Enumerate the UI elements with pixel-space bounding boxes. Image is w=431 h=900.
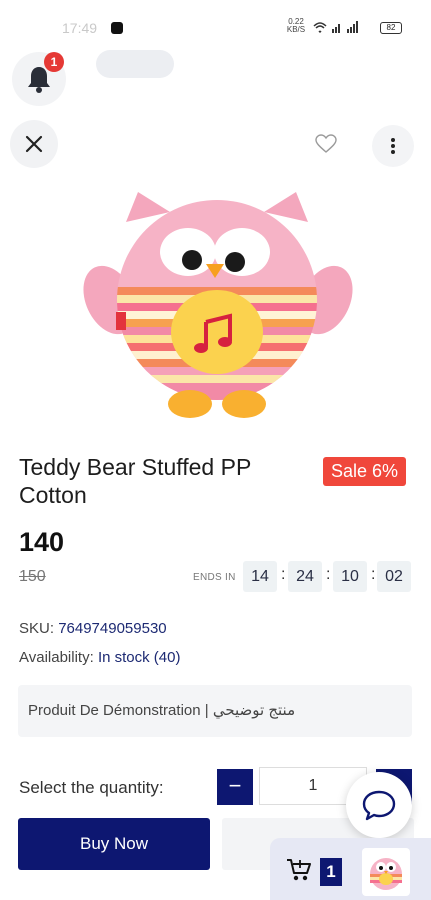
owl-plush-thumbnail-icon bbox=[370, 858, 402, 890]
product-old-price: 150 bbox=[19, 568, 46, 585]
sku-label: SKU: bbox=[19, 620, 55, 637]
cart-count-badge: 1 bbox=[320, 858, 342, 886]
product-price: 140 bbox=[19, 527, 65, 557]
timer-seconds: 02 bbox=[377, 561, 411, 592]
timer-separator: : bbox=[281, 566, 286, 583]
app-notification-icon bbox=[111, 22, 123, 34]
timer-separator: : bbox=[371, 566, 376, 583]
buy-now-button[interactable]: Buy Now bbox=[18, 818, 210, 870]
close-icon bbox=[25, 135, 43, 153]
more-vertical-icon bbox=[391, 138, 395, 154]
product-title: Teddy Bear Stuffed PP Cotton bbox=[19, 454, 251, 508]
status-time: 17:49 bbox=[62, 20, 98, 36]
chat-bubble-icon bbox=[362, 790, 396, 821]
battery-icon: 82 bbox=[380, 22, 402, 34]
network-speed: 0.22 KB/S bbox=[286, 17, 306, 34]
sku-row: SKU: 7649749059530 bbox=[19, 620, 167, 637]
stock-count: (40) bbox=[153, 649, 181, 666]
sale-badge: Sale 6% bbox=[323, 457, 407, 486]
timer-days: 14 bbox=[243, 561, 277, 592]
quantity-decrease-button[interactable]: − bbox=[217, 769, 253, 805]
sku-value: 7649749059530 bbox=[58, 620, 167, 637]
sale-ends-label: ENDS IN bbox=[193, 572, 236, 583]
timer-minutes: 10 bbox=[333, 561, 367, 592]
wishlist-button[interactable] bbox=[306, 124, 346, 164]
description-text: Produit De Démonstration | منتج توضيحي bbox=[28, 702, 296, 719]
notification-badge: 1 bbox=[44, 52, 64, 72]
quantity-label: Select the quantity: bbox=[19, 778, 164, 797]
timer-separator: : bbox=[326, 566, 331, 583]
timer-hours: 24 bbox=[288, 561, 322, 592]
close-button[interactable] bbox=[10, 120, 58, 168]
product-image[interactable] bbox=[78, 182, 356, 427]
signal-icons bbox=[312, 20, 372, 39]
cart-icon[interactable] bbox=[286, 858, 312, 887]
availability-label: Availability: bbox=[19, 649, 94, 666]
chat-button[interactable] bbox=[346, 772, 412, 838]
cart-item-thumbnail[interactable] bbox=[362, 848, 410, 896]
availability-value: In stock bbox=[97, 649, 150, 666]
more-options-button[interactable] bbox=[372, 125, 414, 167]
status-bar: 17:49 0.22 KB/S 82 bbox=[0, 0, 431, 56]
owl-plush-image bbox=[83, 192, 353, 418]
blurred-header-element bbox=[96, 50, 174, 78]
heart-icon bbox=[315, 134, 337, 153]
availability-row: Availability: In stock (40) bbox=[19, 649, 180, 666]
